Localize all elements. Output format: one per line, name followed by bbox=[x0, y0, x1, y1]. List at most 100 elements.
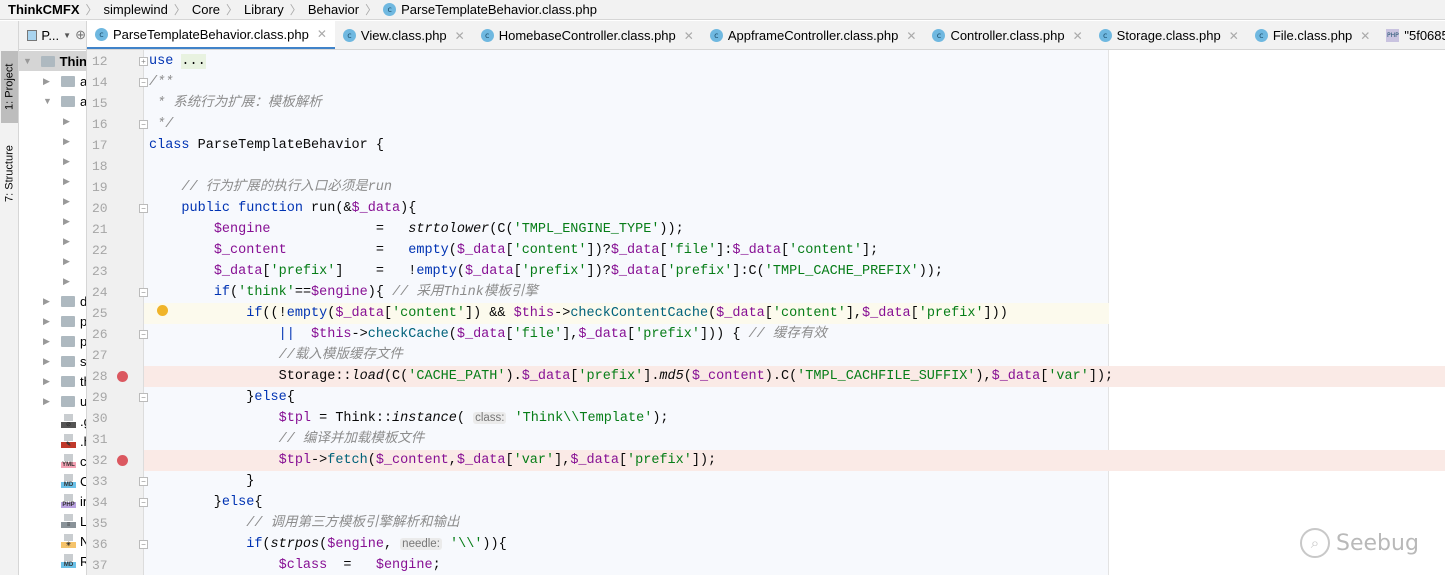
line-number: 35 bbox=[92, 516, 108, 531]
chevron-down-icon[interactable]: ▼ bbox=[63, 31, 71, 40]
code-token: // 编译并加载模板文件 bbox=[278, 432, 425, 447]
editor-tab[interactable]: c Storage.class.php ✕ bbox=[1091, 21, 1247, 49]
project-view-dropdown[interactable]: P... bbox=[41, 28, 59, 43]
code-token: ( bbox=[448, 243, 457, 258]
code-token: ] = ! bbox=[335, 264, 417, 279]
code-line[interactable]: 17 class ParseTemplateBehavior { bbox=[0, 135, 1445, 156]
code-line[interactable]: 18 bbox=[0, 156, 1445, 177]
close-tab-icon[interactable]: ✕ bbox=[1229, 29, 1239, 43]
fold-collapse-icon[interactable]: − bbox=[139, 120, 148, 129]
code-line[interactable]: 20 − public function run(&$_data){ bbox=[0, 198, 1445, 219]
code-line[interactable]: 27 //载入模版缓存文件 bbox=[0, 345, 1445, 366]
close-tab-icon[interactable]: ✕ bbox=[317, 27, 327, 41]
code-line[interactable]: 34 − }else{ bbox=[0, 492, 1445, 513]
fold-collapse-icon[interactable]: − bbox=[139, 540, 148, 549]
code-text: */ bbox=[149, 114, 173, 135]
code-token: ; bbox=[432, 558, 441, 573]
code-line[interactable]: 16 − */ bbox=[0, 114, 1445, 135]
fold-collapse-icon[interactable]: − bbox=[139, 330, 148, 339]
code-token: $_data bbox=[213, 264, 263, 279]
globe-icon[interactable]: ⊕ bbox=[75, 27, 86, 43]
editor-tab[interactable]: c Controller.class.php ✕ bbox=[924, 21, 1090, 49]
code-line[interactable]: 14 −/** bbox=[0, 72, 1445, 93]
code-token: $tpl bbox=[278, 411, 312, 426]
fold-collapse-icon[interactable]: − bbox=[139, 498, 148, 507]
editor-tab[interactable]: c HomebaseController.class.php ✕ bbox=[473, 21, 702, 49]
breadcrumb-item[interactable]: Library bbox=[244, 2, 284, 17]
close-tab-icon[interactable]: ✕ bbox=[1360, 29, 1370, 43]
editor-tab[interactable]: c File.class.php ✕ bbox=[1247, 21, 1379, 49]
fold-expand-icon[interactable]: + bbox=[139, 57, 148, 66]
breadcrumb-item[interactable]: ThinkCMFX bbox=[8, 2, 80, 17]
code-token: $_data bbox=[521, 369, 571, 384]
panel-view-icon bbox=[27, 29, 38, 41]
line-number: 24 bbox=[92, 285, 108, 300]
breadcrumb-item[interactable]: simplewind bbox=[104, 2, 168, 17]
code-line[interactable]: 36− if(strpos($engine, needle: '\\')){ bbox=[0, 534, 1445, 555]
code-line[interactable]: 15 * 系统行为扩展：模板解析 bbox=[0, 93, 1445, 114]
code-token: (C( bbox=[489, 222, 514, 237]
breadcrumb-item[interactable]: Behavior bbox=[308, 2, 359, 17]
line-number: 28 bbox=[92, 369, 108, 384]
code-token[interactable]: ... bbox=[181, 54, 206, 69]
tab-label: HomebaseController.class.php bbox=[498, 28, 676, 43]
breakpoint-icon[interactable] bbox=[117, 371, 128, 382]
fold-collapse-icon[interactable]: − bbox=[139, 288, 148, 297]
close-tab-icon[interactable]: ✕ bbox=[684, 29, 694, 43]
code-token: $_data bbox=[578, 327, 628, 342]
close-tab-icon[interactable]: ✕ bbox=[906, 29, 916, 43]
code-token: $engine bbox=[327, 537, 384, 552]
code-line[interactable]: 29 − }else{ bbox=[0, 387, 1445, 408]
code-token: strpos bbox=[270, 537, 320, 552]
seebug-logo-icon: ⌕ bbox=[1300, 528, 1330, 558]
code-line[interactable]: 12 + use ... bbox=[0, 51, 1445, 72]
code-line[interactable]: 32 $tpl->fetch($_content,$_data['var'],$… bbox=[0, 450, 1445, 471]
breakpoint-icon[interactable] bbox=[117, 455, 128, 466]
code-token: $_content bbox=[213, 243, 287, 258]
php-file-icon: PHP bbox=[1386, 29, 1400, 42]
code-token: * 系统行为扩展：模板解析 bbox=[149, 96, 322, 111]
code-token: ( bbox=[708, 306, 717, 321]
code-text: || $this->checkCache($_data['file'],$_da… bbox=[149, 324, 827, 345]
close-tab-icon[interactable]: ✕ bbox=[455, 29, 465, 43]
breadcrumb-label: Core bbox=[191, 2, 221, 17]
editor-tab[interactable]: PHP "5f0685aa bbox=[1378, 21, 1445, 49]
fold-collapse-icon[interactable]: − bbox=[139, 204, 148, 213]
fold-collapse-icon[interactable]: − bbox=[139, 393, 148, 402]
code-token: ). bbox=[505, 369, 522, 384]
breadcrumb-item[interactable]: c ParseTemplateBehavior.class.php bbox=[383, 2, 597, 17]
code-line[interactable]: 28 Storage::load(C('CACHE_PATH').$_data[… bbox=[0, 366, 1445, 387]
code-line[interactable]: 37 $class = $engine; bbox=[0, 555, 1445, 576]
code-line[interactable]: 33 − } bbox=[0, 471, 1445, 492]
code-line[interactable]: 23 $_data['prefix'] = !empty($_data['pre… bbox=[0, 261, 1445, 282]
close-tab-icon[interactable]: ✕ bbox=[1073, 29, 1083, 43]
code-line[interactable]: 31 // 编译并加载模板文件 bbox=[0, 429, 1445, 450]
code-text: $tpl->fetch($_content,$_data['var'],$_da… bbox=[149, 450, 717, 471]
code-line[interactable]: 22 $_content = empty($_data['content'])?… bbox=[0, 240, 1445, 261]
code-token: ){ bbox=[367, 285, 393, 300]
code-token: [ bbox=[513, 264, 522, 279]
code-line[interactable]: 26− || $this->checkCache($_data['file'],… bbox=[0, 324, 1445, 345]
breadcrumb-label: Library bbox=[244, 2, 284, 17]
fold-collapse-icon[interactable]: − bbox=[139, 477, 148, 486]
editor-tab[interactable]: c ParseTemplateBehavior.class.php ✕ bbox=[87, 21, 335, 49]
code-line[interactable]: 21 $engine = strtolower(C('TMPL_ENGINE_T… bbox=[0, 219, 1445, 240]
code-text: if('think'==$engine){ // 采用Think模板引擎 bbox=[149, 282, 538, 303]
code-line[interactable]: 25 if((!empty($_data['content']) && $thi… bbox=[0, 303, 1445, 324]
code-line[interactable]: 19 // 行为扩展的执行入口必须是run bbox=[0, 177, 1445, 198]
code-token: [ bbox=[764, 306, 773, 321]
editor-tab[interactable]: c View.class.php ✕ bbox=[335, 21, 473, 49]
code-token: } bbox=[149, 390, 255, 405]
editor-tab[interactable]: c AppframeController.class.php ✕ bbox=[702, 21, 925, 49]
code-text: } bbox=[149, 471, 254, 492]
breadcrumb-item[interactable]: Core bbox=[192, 2, 220, 17]
code-token: Storage:: bbox=[149, 369, 352, 384]
breadcrumb-separator-icon: 〉 bbox=[173, 3, 186, 17]
code-line[interactable]: 24 − if('think'==$engine){ // 采用Think模板引擎 bbox=[0, 282, 1445, 303]
code-token: public function bbox=[181, 201, 303, 216]
fold-collapse-icon[interactable]: − bbox=[139, 78, 148, 87]
code-line[interactable]: 30 $tpl = Think::instance( class: 'Think… bbox=[0, 408, 1445, 429]
code-line[interactable]: 35 // 调用第三方模板引擎解析和输出 bbox=[0, 513, 1445, 534]
